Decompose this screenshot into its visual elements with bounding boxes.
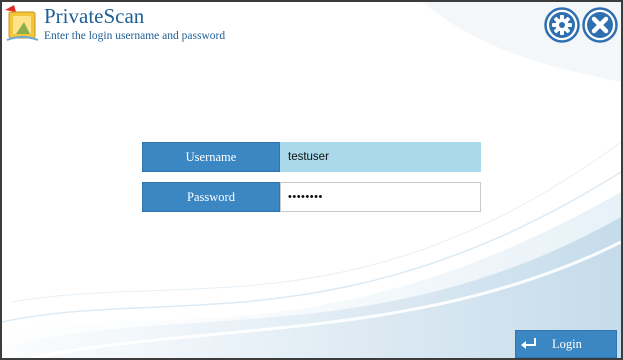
username-input[interactable]: testuser xyxy=(280,142,481,172)
enter-arrow-icon xyxy=(521,338,536,349)
login-button[interactable]: Login xyxy=(515,330,617,358)
wave-background xyxy=(2,2,621,358)
username-row: Username testuser xyxy=(142,142,482,172)
header: PrivateScan Enter the login username and… xyxy=(2,2,621,50)
username-label: Username xyxy=(142,142,280,172)
password-input[interactable]: •••••••• xyxy=(280,182,481,212)
gear-icon[interactable] xyxy=(544,7,580,43)
app-title: PrivateScan xyxy=(44,4,145,28)
password-row: Password •••••••• xyxy=(142,182,482,212)
login-window: PrivateScan Enter the login username and… xyxy=(0,0,623,360)
close-icon[interactable] xyxy=(582,7,618,43)
app-subtitle: Enter the login username and password xyxy=(44,30,226,42)
password-label: Password xyxy=(142,182,280,212)
login-label: Login xyxy=(552,337,582,351)
app-logo-icon xyxy=(5,5,39,41)
